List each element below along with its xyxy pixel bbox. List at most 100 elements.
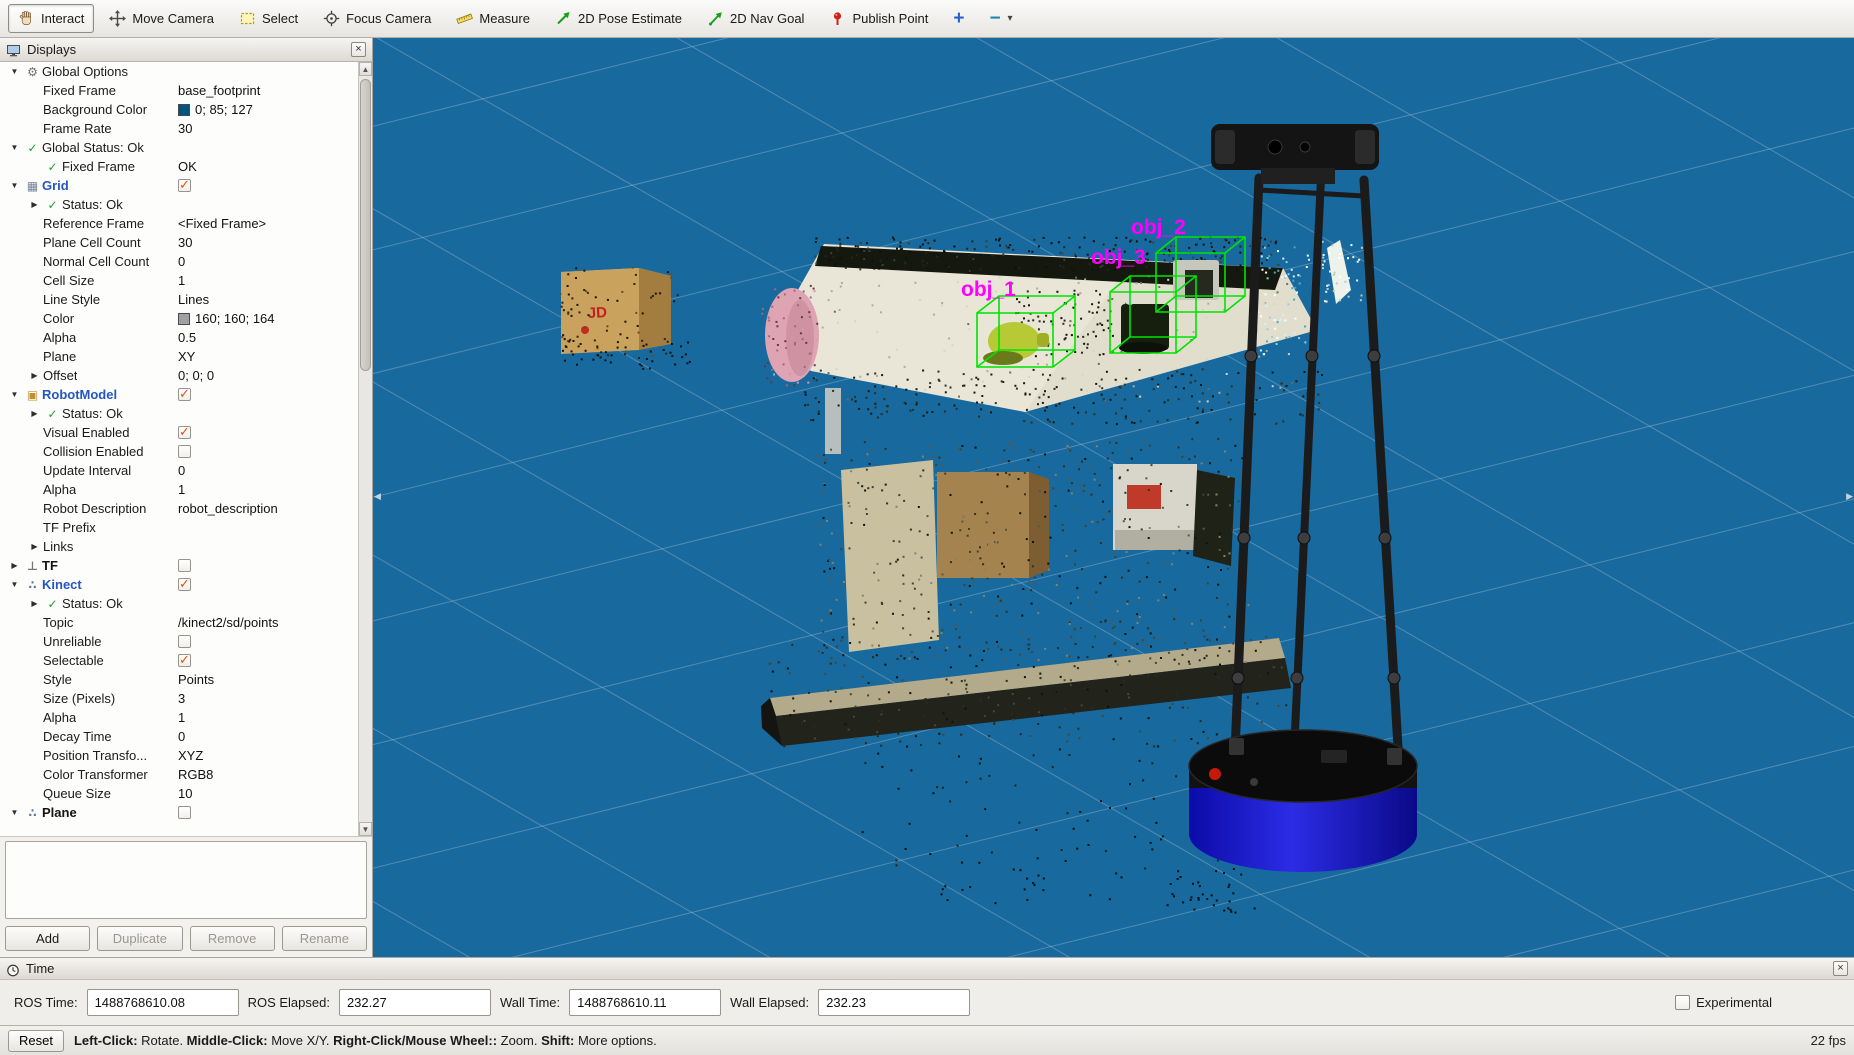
displays-close-button[interactable]: × — [351, 42, 366, 57]
property-checkbox[interactable]: ✓ — [178, 388, 191, 401]
tree-row[interactable]: Queue Size10 — [0, 784, 358, 803]
tree-row[interactable]: TF Prefix — [0, 518, 358, 537]
ros-time-input[interactable] — [87, 989, 239, 1016]
remove-display-button[interactable]: Remove — [190, 926, 275, 951]
tool-nav-goal-button[interactable]: 2D Nav Goal — [697, 4, 814, 33]
tree-row[interactable]: Selectable✓ — [0, 651, 358, 670]
tool-pose-estimate-button[interactable]: 2D Pose Estimate — [545, 4, 692, 33]
tree-row[interactable]: Collision Enabled — [0, 442, 358, 461]
property-value[interactable]: 160; 160; 164 — [178, 311, 358, 326]
tree-row[interactable]: Update Interval0 — [0, 461, 358, 480]
tree-row[interactable]: Alpha1 — [0, 480, 358, 499]
tree-row[interactable]: ▶Status: Ok — [0, 404, 358, 423]
property-checkbox[interactable] — [178, 806, 191, 819]
property-value[interactable]: OK — [178, 159, 358, 174]
tree-row[interactable]: Color160; 160; 164 — [0, 309, 358, 328]
expander-open-icon[interactable]: ▼ — [6, 390, 23, 399]
tree-row[interactable]: ▼Grid✓ — [0, 176, 358, 195]
scroll-up-arrow[interactable]: ▲ — [359, 62, 372, 76]
property-value[interactable]: 0 — [178, 729, 358, 744]
property-value[interactable]: 0 — [178, 463, 358, 478]
ros-elapsed-input[interactable] — [339, 989, 491, 1016]
tool-select-button[interactable]: Select — [229, 4, 308, 33]
tree-row[interactable]: Alpha0.5 — [0, 328, 358, 347]
tree-row[interactable]: ▼Global Options — [0, 62, 358, 81]
property-checkbox[interactable]: ✓ — [178, 654, 191, 667]
property-value[interactable]: XYZ — [178, 748, 358, 763]
tool-measure-button[interactable]: Measure — [446, 4, 540, 33]
displays-panel-titlebar[interactable]: Displays × — [0, 38, 372, 62]
scroll-down-arrow[interactable]: ▼ — [359, 822, 372, 836]
property-value[interactable]: 0; 0; 0 — [178, 368, 358, 383]
add-display-button[interactable]: Add — [5, 926, 90, 951]
tool-interact-button[interactable]: Interact — [8, 4, 94, 33]
expander-closed-icon[interactable]: ▶ — [6, 561, 23, 570]
property-value[interactable]: /kinect2/sd/points — [178, 615, 358, 630]
property-value[interactable]: 30 — [178, 235, 358, 250]
tree-row[interactable]: ▼Kinect✓ — [0, 575, 358, 594]
property-value[interactable]: Points — [178, 672, 358, 687]
expander-closed-icon[interactable]: ▶ — [26, 200, 43, 209]
duplicate-display-button[interactable]: Duplicate — [97, 926, 182, 951]
tree-row[interactable]: ▶Status: Ok — [0, 195, 358, 214]
property-value[interactable]: 10 — [178, 786, 358, 801]
property-value[interactable]: base_footprint — [178, 83, 358, 98]
tool-focus-camera-button[interactable]: Focus Camera — [313, 4, 441, 33]
tree-row[interactable]: StylePoints — [0, 670, 358, 689]
collapse-left-handle[interactable]: ◀ — [374, 491, 381, 502]
property-value[interactable]: robot_description — [178, 501, 358, 516]
expander-closed-icon[interactable]: ▶ — [26, 599, 43, 608]
tree-row[interactable]: Robot Descriptionrobot_description — [0, 499, 358, 518]
tree-row[interactable]: Alpha1 — [0, 708, 358, 727]
property-value[interactable]: 1 — [178, 273, 358, 288]
tool-move-camera-button[interactable]: Move Camera — [99, 4, 224, 33]
reset-button[interactable]: Reset — [8, 1030, 64, 1052]
expander-open-icon[interactable]: ▼ — [6, 143, 23, 152]
expander-open-icon[interactable]: ▼ — [6, 580, 23, 589]
expander-open-icon[interactable]: ▼ — [6, 808, 23, 817]
property-value[interactable]: <Fixed Frame> — [178, 216, 358, 231]
tree-row[interactable]: Visual Enabled✓ — [0, 423, 358, 442]
property-value[interactable]: 3 — [178, 691, 358, 706]
tree-row[interactable]: Plane Cell Count30 — [0, 233, 358, 252]
property-value[interactable]: 30 — [178, 121, 358, 136]
remove-tool-button[interactable]: − ▾ — [979, 4, 1022, 33]
tree-row[interactable]: Background Color0; 85; 127 — [0, 100, 358, 119]
chevron-down-icon[interactable]: ▾ — [1008, 13, 1013, 24]
expander-closed-icon[interactable]: ▶ — [26, 371, 43, 380]
property-checkbox[interactable]: ✓ — [178, 179, 191, 192]
3d-viewport[interactable]: JD — [373, 38, 1854, 957]
tree-row[interactable]: ▶Links — [0, 537, 358, 556]
add-tool-button[interactable]: + — [943, 4, 974, 33]
wall-elapsed-input[interactable] — [818, 989, 970, 1016]
tree-row[interactable]: ▼RobotModel✓ — [0, 385, 358, 404]
scrollbar-thumb[interactable] — [360, 79, 371, 371]
tree-row[interactable]: Cell Size1 — [0, 271, 358, 290]
tree-row[interactable]: ▶Status: Ok — [0, 594, 358, 613]
tree-row[interactable]: Decay Time0 — [0, 727, 358, 746]
tree-row[interactable]: Unreliable — [0, 632, 358, 651]
expander-open-icon[interactable]: ▼ — [6, 67, 23, 76]
experimental-checkbox[interactable] — [1675, 995, 1690, 1010]
scrollbar-track[interactable] — [359, 76, 372, 822]
tree-row[interactable]: Reference Frame<Fixed Frame> — [0, 214, 358, 233]
property-checkbox[interactable]: ✓ — [178, 426, 191, 439]
property-checkbox[interactable] — [178, 445, 191, 458]
expander-closed-icon[interactable]: ▶ — [26, 409, 43, 418]
tree-row[interactable]: Normal Cell Count0 — [0, 252, 358, 271]
tree-scrollbar[interactable]: ▲ ▼ — [358, 62, 372, 836]
time-panel-close-button[interactable]: × — [1833, 961, 1848, 976]
property-value[interactable]: 0 — [178, 254, 358, 269]
tree-row[interactable]: Line StyleLines — [0, 290, 358, 309]
property-value[interactable]: 0; 85; 127 — [178, 102, 358, 117]
property-value[interactable]: 1 — [178, 710, 358, 725]
property-value[interactable]: 0.5 — [178, 330, 358, 345]
rename-display-button[interactable]: Rename — [282, 926, 367, 951]
tree-row[interactable]: Position Transfo...XYZ — [0, 746, 358, 765]
property-value[interactable]: Lines — [178, 292, 358, 307]
tree-row[interactable]: Fixed FrameOK — [0, 157, 358, 176]
expander-open-icon[interactable]: ▼ — [6, 181, 23, 190]
tree-row[interactable]: ▶Offset0; 0; 0 — [0, 366, 358, 385]
time-panel-titlebar[interactable]: Time × — [0, 958, 1854, 980]
tree-row[interactable]: Color TransformerRGB8 — [0, 765, 358, 784]
